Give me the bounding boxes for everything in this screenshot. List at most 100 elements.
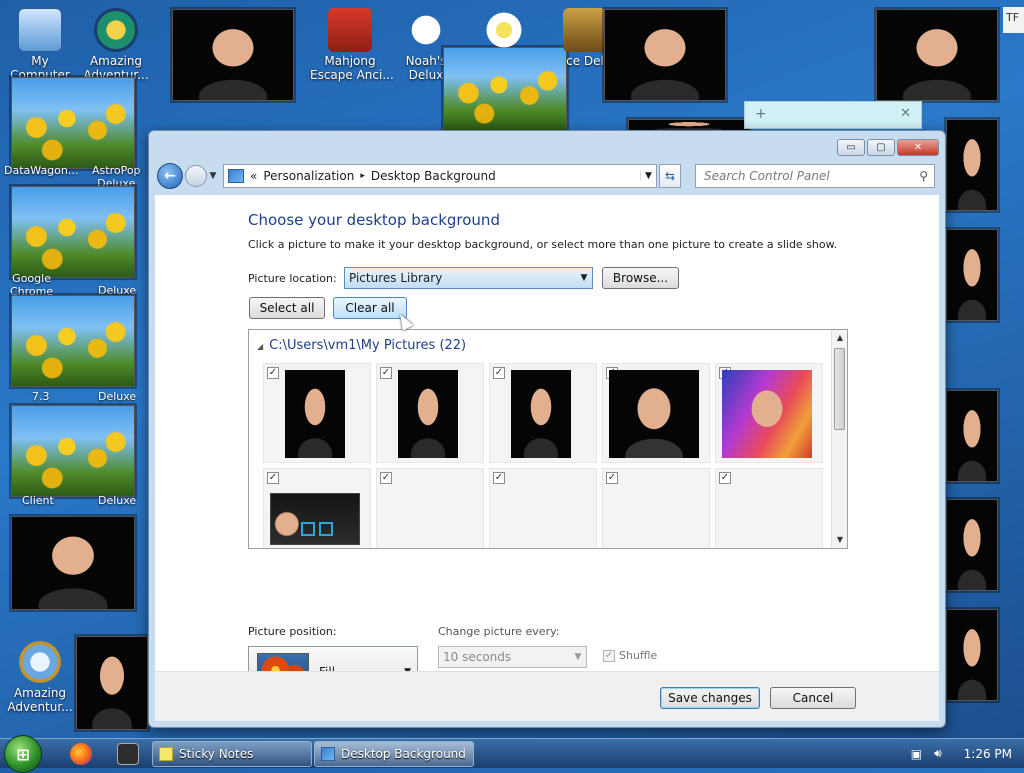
scroll-down-icon[interactable]: ▼: [832, 532, 847, 548]
computer-icon: [18, 8, 62, 52]
address-bar[interactable]: « Personalization ▸ Desktop Background ▼: [223, 164, 657, 188]
taskbar-sticky-notes[interactable]: Sticky Notes: [152, 741, 312, 767]
desktop-photo-r1: [946, 119, 998, 211]
desktop-icon-deluxe-2[interactable]: Deluxe: [98, 390, 136, 403]
logo-c-icon: [319, 522, 333, 536]
picture-checkbox[interactable]: ✓: [493, 367, 505, 379]
sticky-add-icon[interactable]: +: [755, 106, 767, 122]
desktop-icon-flower-game[interactable]: [474, 8, 534, 54]
picture-tile[interactable]: ✓: [715, 468, 823, 548]
desktop-icon-client[interactable]: Client: [22, 494, 54, 507]
minimize-button[interactable]: ▭: [837, 139, 865, 156]
gallery-folder-path: C:\Users\vm1\My Pictures (22): [269, 338, 467, 353]
clock[interactable]: 1:26 PM: [964, 747, 1012, 761]
control-panel-icon: [228, 169, 244, 183]
change-picture-every-label: Change picture every:: [438, 625, 560, 638]
desktop-icon-datawagon[interactable]: DataWagon...: [4, 164, 78, 177]
desktop-icon-tf[interactable]: TF: [1003, 7, 1024, 33]
picture-checkbox[interactable]: ✓: [493, 472, 505, 484]
system-tray: ▣ 🔊︎ 1:26 PM: [911, 746, 1012, 761]
volume-icon[interactable]: 🔊︎: [934, 746, 942, 761]
recent-pages-dropdown[interactable]: ▼: [207, 171, 219, 181]
desktop-photo-tulips-4: [11, 405, 135, 497]
window-controls: ▭ ▢ ✕: [837, 139, 939, 156]
picture-checkbox[interactable]: ✓: [267, 472, 279, 484]
search-icon[interactable]: ⚲: [919, 169, 928, 183]
picture-position-label: Picture position:: [248, 625, 337, 638]
picture-checkbox[interactable]: ✓: [267, 367, 279, 379]
shuffle-checkbox[interactable]: ✓: [603, 650, 615, 662]
breadcrumb-desktop-background[interactable]: Desktop Background: [371, 169, 496, 183]
page-title: Choose your desktop background: [248, 211, 500, 229]
select-all-button[interactable]: Select all: [249, 297, 325, 319]
picture-checkbox[interactable]: ✓: [380, 472, 392, 484]
desktop-icon-my-computer[interactable]: My Computer: [0, 8, 80, 82]
desktop-icon-73[interactable]: 7.3: [32, 390, 50, 403]
taskbar-button-label: Sticky Notes: [179, 747, 254, 761]
cancel-button[interactable]: Cancel: [770, 687, 856, 709]
taskbar-desktop-background[interactable]: Desktop Background: [314, 741, 474, 767]
back-button[interactable]: ←: [157, 163, 183, 189]
start-button[interactable]: ⊞: [4, 735, 42, 773]
breadcrumb-separator[interactable]: ▸: [360, 171, 365, 181]
refresh-button[interactable]: ⇆: [659, 164, 681, 188]
compass-icon: [94, 8, 138, 52]
picture-checkbox[interactable]: ✓: [380, 367, 392, 379]
search-input[interactable]: Search Control Panel ⚲: [695, 164, 935, 188]
breadcrumb-prefix[interactable]: «: [250, 169, 257, 183]
picture-location-select[interactable]: Pictures Library ▼: [344, 267, 593, 289]
desktop-icon-mahjong[interactable]: Mahjong Escape Anci...: [310, 8, 394, 82]
picture-tile[interactable]: ✓: [715, 363, 823, 463]
desktop-photo-r2: [946, 229, 998, 321]
shuffle-label: Shuffle: [619, 649, 658, 662]
picture-tile[interactable]: ✓: [602, 468, 710, 548]
gallery-folder-header[interactable]: ◢ C:\Users\vm1\My Pictures (22): [257, 338, 466, 353]
maximize-button[interactable]: ▢: [867, 139, 895, 156]
scrollbar-thumb[interactable]: [834, 348, 845, 430]
picture-tile[interactable]: ✓: [263, 468, 371, 548]
picture-thumbnail: [285, 370, 345, 458]
network-icon[interactable]: ▣: [911, 747, 922, 761]
refresh-icon: ⇆: [664, 169, 676, 183]
dialog-footer: Save changes Cancel: [155, 671, 939, 721]
picture-tile[interactable]: ✓: [263, 363, 371, 463]
scroll-up-icon[interactable]: ▲: [832, 330, 847, 346]
collapse-triangle-icon[interactable]: ◢: [257, 342, 263, 351]
picture-tile[interactable]: ✓: [489, 468, 597, 548]
picture-location-label: Picture location:: [248, 272, 337, 285]
desktop-icon-label: Noah's Delux: [405, 54, 447, 82]
picture-tile[interactable]: ✓: [489, 363, 597, 463]
picture-tile[interactable]: ✓: [602, 363, 710, 463]
desktop-icon-deluxe-3[interactable]: Deluxe: [98, 494, 136, 507]
sticky-close-icon[interactable]: ✕: [900, 106, 911, 121]
picture-checkbox[interactable]: ✓: [719, 472, 731, 484]
browse-button[interactable]: Browse...: [602, 267, 679, 289]
picture-checkbox[interactable]: ✓: [606, 472, 618, 484]
forward-button[interactable]: [185, 165, 207, 187]
desktop-icon-amazing-adventures[interactable]: Amazing Adventur...: [76, 8, 156, 82]
save-changes-button[interactable]: Save changes: [660, 687, 760, 709]
picture-thumbnail: [722, 370, 812, 458]
desktop-photo-1: [172, 9, 294, 101]
sticky-note[interactable]: + ✕: [744, 101, 922, 129]
picture-tile[interactable]: ✓: [376, 363, 484, 463]
taskbar: ⊞ Sticky Notes Desktop Background ▣ 🔊︎ 1…: [0, 735, 1024, 773]
address-dropdown[interactable]: ▼: [640, 171, 656, 181]
chevron-down-icon: ▼: [574, 652, 582, 662]
close-button[interactable]: ✕: [897, 139, 939, 156]
app-window-icon[interactable]: [117, 743, 139, 765]
gallery-scrollbar[interactable]: ▲ ▼: [831, 330, 847, 548]
desktop-photo-5: [76, 636, 148, 730]
picture-thumbnail: [398, 370, 458, 458]
picture-tile[interactable]: ✓: [376, 468, 484, 548]
pagoda-icon: [328, 8, 372, 52]
breadcrumb-personalization[interactable]: Personalization: [263, 169, 354, 183]
sticky-notes-icon: [159, 747, 173, 761]
taskbar-button-label: Desktop Background: [341, 747, 466, 761]
firefox-icon[interactable]: [70, 743, 92, 765]
change-picture-every-select[interactable]: 10 seconds ▼: [438, 646, 587, 668]
desktop-icon-amazing-adventures-2[interactable]: Amazing Adventur...: [0, 640, 80, 714]
desktop-photo-r3: [946, 390, 998, 482]
arrow-left-icon: ←: [164, 168, 176, 184]
dove-icon: [404, 8, 448, 52]
